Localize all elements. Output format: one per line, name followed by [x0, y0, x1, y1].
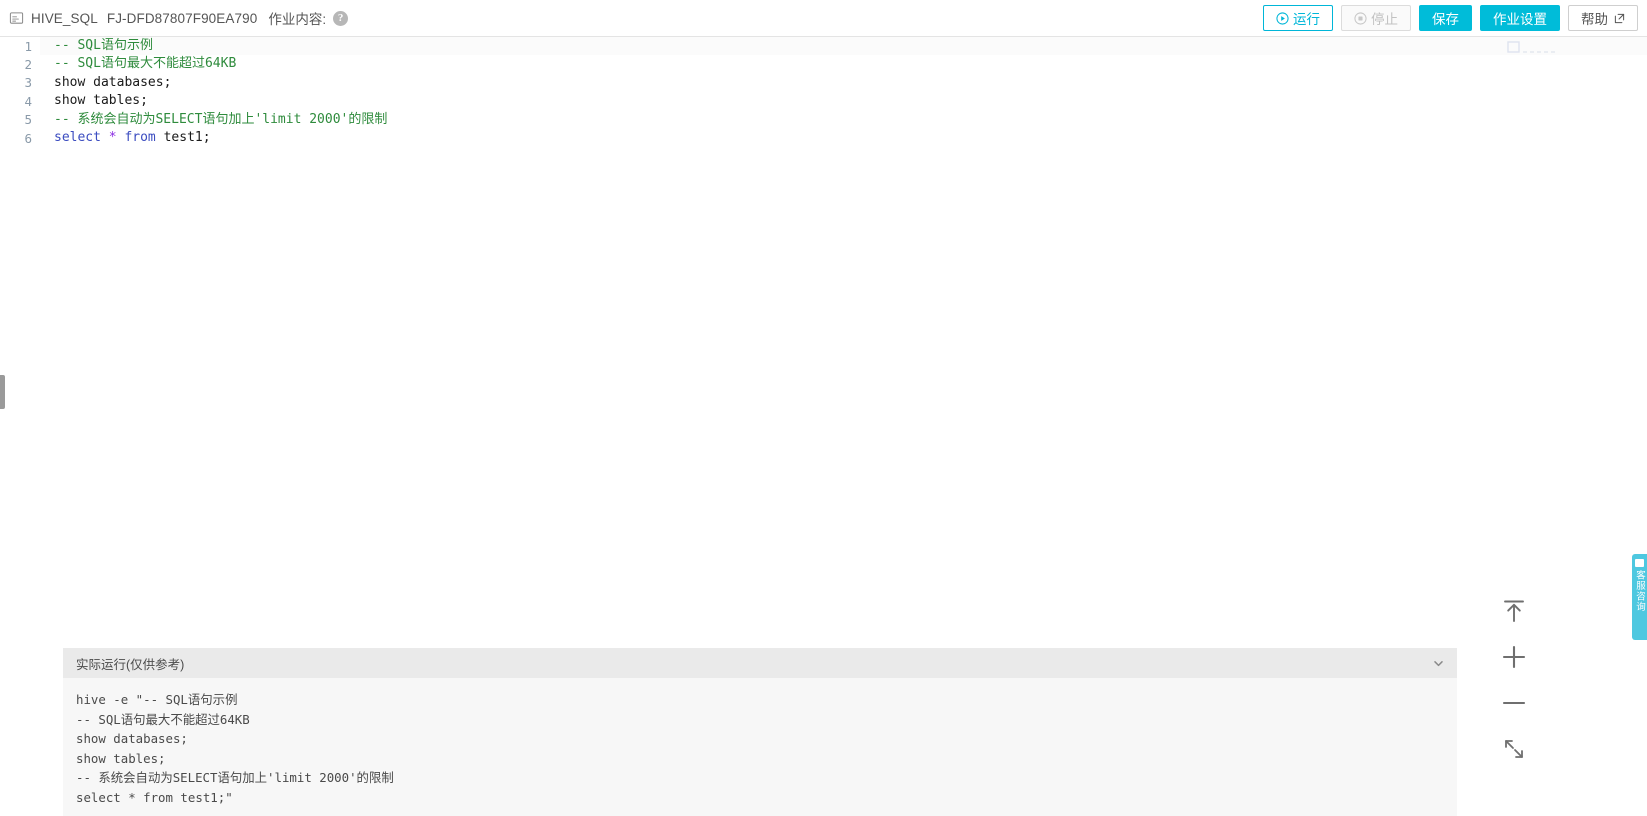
stop-button[interactable]: 停止 [1341, 5, 1411, 31]
code-line-text[interactable]: show tables; [40, 92, 1647, 110]
scroll-to-top-icon [1504, 600, 1524, 622]
save-button[interactable]: 保存 [1419, 5, 1472, 31]
code-line-text[interactable]: -- 系统会自动为SELECT语句加上'limit 2000'的限制 [40, 111, 1647, 129]
help-button-label: 帮助 [1581, 12, 1608, 27]
actual-run-command-text: hive -e "-- SQL语句示例 -- SQL语句最大不能超过64KB sho… [63, 678, 1457, 807]
help-question-icon[interactable]: ? [333, 10, 349, 26]
code-token: -- SQL语句示例 [54, 38, 153, 53]
line-number: 2 [24, 57, 32, 73]
code-token: select [54, 129, 101, 145]
actual-run-line: show tables; [76, 750, 166, 766]
run-button[interactable]: 运行 [1263, 5, 1333, 31]
code-lines[interactable]: 1 -- SQL语句示例 2 -- SQL语句最大不能超过64KB 3 show data… [0, 37, 1647, 147]
actual-run-panel-title: 实际运行(仅供参考) [76, 657, 185, 672]
code-token: show databases; [54, 74, 172, 90]
customer-service-tab[interactable]: 客服咨询 [1632, 554, 1647, 640]
code-line[interactable]: 2 -- SQL语句最大不能超过64KB [0, 55, 1647, 73]
actual-run-line: select * from test1;" [76, 789, 233, 805]
fullscreen-icon [1505, 740, 1523, 758]
job-type-label: HIVE_SQL [31, 10, 98, 26]
code-line[interactable]: 1 -- SQL语句示例 [0, 37, 1647, 56]
play-icon [1276, 11, 1289, 25]
zoom-out-icon [1502, 701, 1526, 705]
run-button-label: 运行 [1293, 12, 1320, 27]
chevron-down-icon[interactable] [1432, 657, 1445, 670]
code-line-text[interactable]: show databases; [40, 74, 1647, 92]
external-link-icon [1614, 13, 1625, 23]
code-token: test1; [155, 129, 211, 145]
zoom-in-button[interactable] [1499, 642, 1529, 672]
stop-button-label: 停止 [1371, 12, 1398, 27]
code-token: -- 系统会自动为SELECT语句加上'limit 2000'的限制 [54, 111, 388, 127]
toolbar-actions: 运行 停止 保存 作业设置 帮助 [1263, 5, 1647, 31]
code-token: from [124, 129, 156, 145]
top-toolbar: HIVE_SQL FJ-DFD87807F90EA790 作业内容: ? 运行 … [0, 0, 1647, 37]
actual-run-line: -- 系统会自动为SELECT语句加上'limit 2000'的限制 [76, 770, 394, 785]
code-token: -- SQL语句最大不能超过64KB [54, 56, 237, 72]
line-number: 5 [24, 112, 32, 128]
actual-run-panel-header[interactable]: 实际运行(仅供参考) [63, 648, 1457, 678]
stop-icon [1354, 11, 1367, 25]
save-button-label: 保存 [1432, 12, 1459, 27]
actual-run-line: -- SQL语句最大不能超过64KB [76, 711, 250, 727]
code-line-text[interactable]: -- SQL语句示例 [40, 37, 1647, 56]
ime-caret-marker-icon [1507, 41, 1555, 53]
job-content-label: 作业内容: [268, 12, 327, 27]
code-token: * [108, 129, 117, 145]
headset-icon [1635, 559, 1644, 567]
code-line[interactable]: 6 select * from test1; [0, 129, 1647, 147]
actual-run-line: hive -e "-- SQL语句示例 [76, 692, 238, 707]
editor-left-resize-handle[interactable] [0, 375, 5, 409]
code-line[interactable]: 5 -- 系统会自动为SELECT语句加上'limit 2000'的限制 [0, 111, 1647, 129]
job-settings-button-label: 作业设置 [1493, 12, 1547, 27]
code-token: show tables; [54, 93, 148, 109]
line-number: 6 [24, 130, 32, 146]
actual-run-panel: 实际运行(仅供参考) hive -e "-- SQL语句示例 -- SQL语句最大… [63, 648, 1457, 816]
code-line[interactable]: 3 show databases; [0, 74, 1647, 92]
help-button[interactable]: 帮助 [1568, 5, 1638, 31]
code-line-text[interactable]: -- SQL语句最大不能超过64KB [40, 55, 1647, 73]
job-title-group: HIVE_SQL FJ-DFD87807F90EA790 作业内容: ? [0, 8, 349, 28]
actual-run-line: show databases; [76, 731, 188, 746]
job-settings-button[interactable]: 作业设置 [1480, 5, 1560, 31]
document-icon [9, 11, 24, 24]
line-number: 1 [24, 38, 32, 54]
code-line-text[interactable]: select * from test1; [40, 129, 1647, 147]
line-number: 3 [24, 75, 32, 91]
customer-service-tab-label: 客服咨询 [1634, 570, 1645, 612]
scroll-to-top-button[interactable] [1499, 596, 1529, 626]
zoom-in-icon [1502, 645, 1526, 669]
fullscreen-button[interactable] [1499, 734, 1529, 764]
line-number: 4 [24, 93, 32, 109]
zoom-out-button[interactable] [1499, 688, 1529, 718]
job-id-label: FJ-DFD87807F90EA790 [106, 10, 258, 26]
sql-code-editor[interactable]: 1 -- SQL语句示例 2 -- SQL语句最大不能超过64KB 3 show data… [0, 37, 1647, 597]
code-line[interactable]: 4 show tables; [0, 92, 1647, 110]
editor-float-controls [1493, 596, 1535, 764]
